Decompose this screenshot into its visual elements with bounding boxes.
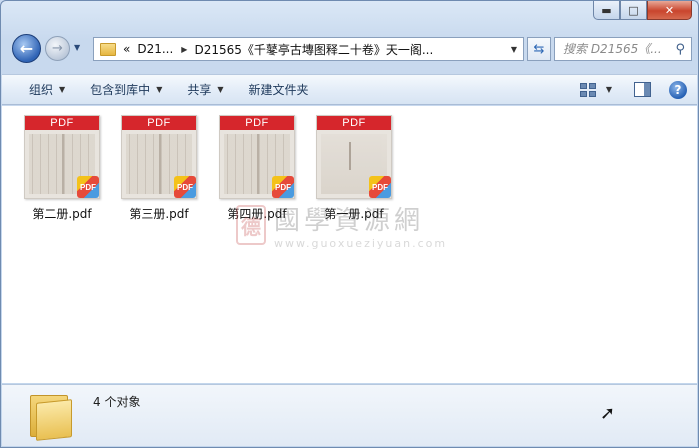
organize-menu[interactable]: 组织 ▼ [29, 81, 65, 98]
watermark-url: www.guoxueziyuan.com [274, 237, 448, 250]
pdf-app-icon: PDF [272, 176, 294, 198]
pdf-header-label: PDF [317, 116, 391, 130]
pdf-thumbnail: PDF PDF [316, 115, 392, 199]
chevron-down-icon: ▼ [156, 85, 163, 94]
breadcrumb-separator-icon[interactable]: ▶ [181, 45, 187, 54]
refresh-icon[interactable]: ⇆ [527, 37, 551, 61]
file-name: 第二册.pdf [32, 207, 92, 221]
share-menu[interactable]: 共享 ▼ [187, 81, 223, 98]
new-folder-button[interactable]: 新建文件夹 [249, 81, 309, 98]
forward-button[interactable]: → [45, 36, 70, 61]
pdf-app-icon: PDF [174, 176, 196, 198]
explorer-window: ▬ □ ✕ ← → ▼ « D21... ▶ D21565《千鼕亭古塼图释二十卷… [0, 0, 699, 448]
organize-label: 组织 [29, 83, 54, 97]
breadcrumb-segment-current[interactable]: D21565《千鼕亭古塼图释二十卷》天一阁... [194, 41, 433, 58]
pdf-header-label: PDF [25, 116, 99, 130]
preview-pane-icon[interactable] [634, 82, 651, 97]
item-count: 4 个对象 [93, 395, 141, 409]
search-icon[interactable]: ⚲ [675, 42, 685, 57]
address-bar[interactable]: « D21... ▶ D21565《千鼕亭古塼图释二十卷》天一阁... ▼ [93, 37, 524, 61]
maximize-button[interactable]: □ [620, 1, 647, 20]
address-overflow-chevron[interactable]: « [123, 42, 130, 56]
change-view-icon[interactable] [579, 82, 596, 97]
pdf-app-icon: PDF [369, 176, 391, 198]
pdf-app-icon: PDF [77, 176, 99, 198]
pdf-header-label: PDF [220, 116, 294, 130]
file-list-area[interactable]: PDF PDF 第二册.pdf PDF PDF 第三册.pdf PDF PDF [2, 106, 697, 383]
include-in-library-label: 包含到库中 [90, 83, 151, 97]
help-icon[interactable]: ? [669, 80, 687, 99]
search-box[interactable]: ⚲ [554, 37, 692, 61]
command-bar: 组织 ▼ 包含到库中 ▼ 共享 ▼ 新建文件夹 ▼ ? [2, 74, 697, 105]
mouse-pointer-icon: ➚ [600, 403, 616, 424]
pdf-thumbnail: PDF PDF [24, 115, 100, 199]
search-input[interactable] [563, 42, 673, 56]
folder-icon [100, 42, 116, 56]
folder-icon [28, 391, 74, 441]
address-history-dropdown-icon[interactable]: ▼ [511, 45, 517, 54]
include-in-library-menu[interactable]: 包含到库中 ▼ [90, 81, 162, 98]
watermark: 德 國學資源網 www.guoxueziyuan.com [236, 200, 447, 250]
breadcrumb-segment-parent[interactable]: D21... [137, 42, 173, 56]
details-pane: 4 个对象 ➚ [2, 384, 697, 446]
view-controls: ▼ ? [579, 80, 687, 99]
pdf-header-label: PDF [122, 116, 196, 130]
minimize-button[interactable]: ▬ [593, 1, 620, 20]
recent-pages-dropdown-icon[interactable]: ▼ [74, 43, 80, 52]
view-options-dropdown-icon[interactable]: ▼ [606, 85, 612, 94]
file-item[interactable]: PDF PDF 第三册.pdf [113, 115, 205, 222]
watermark-seal: 德 [236, 205, 266, 245]
file-item[interactable]: PDF PDF 第二册.pdf [16, 115, 108, 222]
pdf-thumbnail: PDF PDF [219, 115, 295, 199]
share-label: 共享 [187, 83, 212, 97]
close-button[interactable]: ✕ [647, 1, 692, 20]
back-button[interactable]: ← [12, 34, 41, 63]
chevron-down-icon: ▼ [217, 85, 224, 94]
pdf-thumbnail: PDF PDF [121, 115, 197, 199]
navigation-bar: ← → ▼ « D21... ▶ D21565《千鼕亭古塼图释二十卷》天一阁..… [9, 31, 692, 67]
new-folder-label: 新建文件夹 [248, 83, 309, 97]
chevron-down-icon: ▼ [59, 85, 66, 94]
caption-buttons: ▬ □ ✕ [593, 1, 692, 20]
watermark-title: 國學資源網 [274, 206, 425, 236]
file-name: 第三册.pdf [129, 207, 189, 221]
